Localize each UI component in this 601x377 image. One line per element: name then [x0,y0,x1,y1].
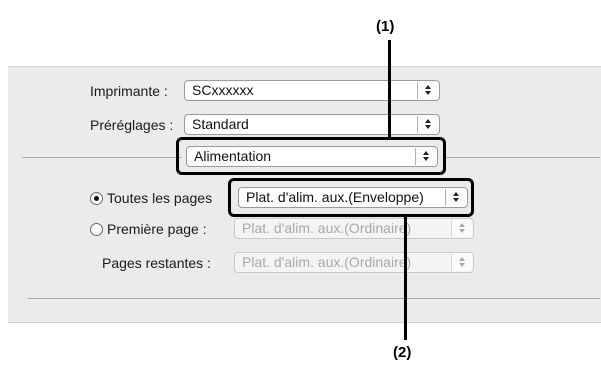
highlight-box-2 [228,178,474,217]
callout-label-1: (1) [376,18,395,35]
printer-popup[interactable]: SCxxxxxx [184,80,440,101]
separator-right [444,157,600,158]
remaining-pages-popup[interactable]: Plat. d'alim. aux.(Ordinaire) [234,252,474,273]
callout-label-2: (2) [393,344,412,361]
first-page-label: Première page : [107,221,207,237]
bottom-separator [28,298,600,299]
printer-label: Imprimante : [90,83,168,99]
up-down-arrows-icon [451,254,472,271]
up-down-arrows-icon [451,220,472,237]
all-pages-label: Toutes les pages [107,190,213,206]
up-down-arrows-icon [417,116,438,133]
presets-label: Préréglages : [90,117,174,133]
presets-popup[interactable]: Standard [184,114,440,135]
remaining-pages-label: Pages restantes : [102,255,211,271]
first-page-radio[interactable] [90,223,103,236]
separator-left [22,157,182,158]
callout-line-2 [404,216,407,340]
up-down-arrows-icon [417,82,438,99]
presets-value: Standard [192,116,249,132]
callout-line-1 [388,40,391,138]
all-pages-radio[interactable] [90,192,103,205]
first-page-value: Plat. d'alim. aux.(Ordinaire) [242,220,412,236]
first-page-popup[interactable]: Plat. d'alim. aux.(Ordinaire) [234,218,474,239]
highlight-box-1 [176,137,446,175]
printer-value: SCxxxxxx [192,82,254,98]
remaining-pages-value: Plat. d'alim. aux.(Ordinaire) [242,254,412,270]
